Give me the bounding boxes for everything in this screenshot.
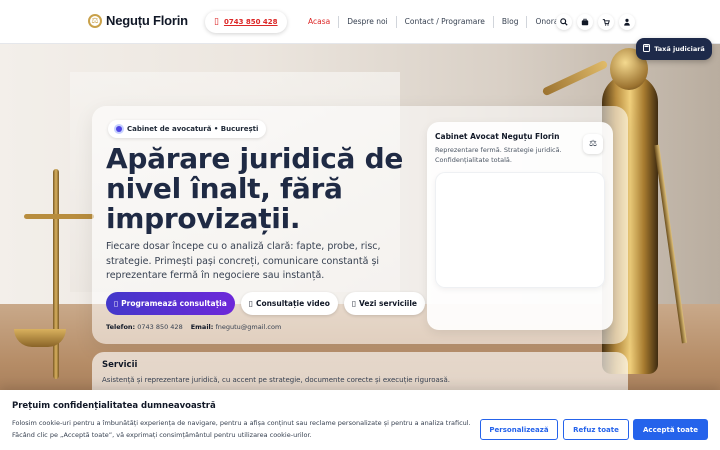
cart-icon[interactable]: [598, 14, 614, 30]
cookie-reject-button[interactable]: Refuz toate: [563, 419, 629, 440]
contact-phone[interactable]: Telefon: 0743 850 428: [106, 323, 183, 331]
hero-title: Apărare juridică de nivel înalt, fără im…: [106, 142, 404, 235]
nav-item-blog[interactable]: Blog: [492, 16, 527, 28]
hero-contact-line: Telefon: 0743 850 428 Email: fnegutu@gma…: [106, 323, 281, 331]
hero-actions: ▯ Programează consultația ▯ Consultație …: [106, 292, 426, 315]
cabinet-card-panel: [435, 172, 605, 288]
badge-text: Cabinet de avocatură • București: [127, 125, 259, 133]
badge-dot: [116, 126, 122, 132]
view-services-button[interactable]: ▯ Vezi serviciile: [343, 292, 426, 315]
hero-card: Cabinet de avocatură • București Apărare…: [92, 106, 628, 344]
contact-email[interactable]: Email: fnegutu@gmail.com: [191, 323, 282, 331]
cabinet-card-title: Cabinet Avocat Neguțu Florin: [435, 132, 560, 141]
book-consultation-label: Programează consultația: [121, 299, 227, 308]
judicial-fee-button[interactable]: Taxă judiciară: [636, 38, 712, 60]
email-value: fnegutu@gmail.com: [215, 323, 282, 331]
statue-sword: [654, 144, 687, 344]
site-logo[interactable]: ⚖ Neguțu Florin: [88, 13, 188, 28]
hero-lead: Fiecare dosar începe cu o analiză clară:…: [106, 241, 381, 281]
briefcase-icon[interactable]: [577, 14, 593, 30]
header-phone-link[interactable]: ▯ 0743 850 428: [205, 11, 287, 33]
cookie-banner: Prețuim confidențialitatea dumneavoastră…: [0, 390, 720, 450]
scales-icon: ⚖: [583, 134, 603, 154]
video-icon: ▯: [248, 299, 253, 308]
cookie-title: Prețuim confidențialitatea dumneavoastră: [12, 401, 216, 411]
calculator-icon: [643, 44, 651, 54]
list-icon: ▯: [351, 299, 357, 308]
statue-arm: [541, 59, 609, 97]
phone-label: Telefon:: [106, 323, 136, 331]
services-title: Servicii: [102, 360, 138, 370]
cookie-accept-button[interactable]: Acceptă toate: [633, 419, 708, 440]
cabinet-card-desc: Reprezentare fermă. Strategie juridică. …: [435, 146, 562, 164]
calendar-icon: ▯: [114, 299, 119, 308]
video-consultation-label: Consultație video: [255, 299, 330, 308]
video-consultation-button[interactable]: ▯ Consultație video: [240, 292, 338, 315]
scale-beam: [24, 214, 94, 219]
services-desc: Asistență și reprezentare juridică, cu a…: [102, 376, 450, 384]
scale-of-justice-image: [53, 169, 59, 379]
cabinet-card: Cabinet Avocat Neguțu Florin Reprezentar…: [427, 122, 613, 330]
nav-item-contact[interactable]: Contact / Programare: [395, 16, 493, 28]
logo-text: Neguțu Florin: [106, 13, 188, 28]
search-icon[interactable]: [556, 14, 572, 30]
header-icon-group: [556, 14, 635, 30]
location-badge: Cabinet de avocatură • București: [108, 120, 267, 138]
book-consultation-button[interactable]: ▯ Programează consultația: [106, 292, 235, 315]
cookie-text: Folosim cookie-uri pentru a îmbunătăți e…: [12, 419, 471, 439]
scales-logo-icon: ⚖: [88, 13, 102, 28]
header-phone-number: 0743 850 428: [223, 18, 278, 26]
view-services-label: Vezi serviciile: [359, 299, 418, 308]
judicial-fee-label: Taxă judiciară: [654, 45, 705, 53]
user-icon[interactable]: [619, 14, 635, 30]
phone-value: 0743 850 428: [137, 323, 183, 331]
email-label: Email:: [190, 323, 214, 331]
phone-icon: ▯: [214, 17, 219, 27]
main-nav: Acasa Despre noi Contact / Programare Bl…: [300, 16, 574, 28]
site-header: ⚖ Neguțu Florin ▯ 0743 850 428 Acasa Des…: [0, 0, 720, 44]
nav-item-acasa[interactable]: Acasa: [300, 16, 338, 28]
nav-item-despre-noi[interactable]: Despre noi: [338, 16, 395, 28]
cookie-customize-button[interactable]: Personalizează: [480, 419, 558, 440]
